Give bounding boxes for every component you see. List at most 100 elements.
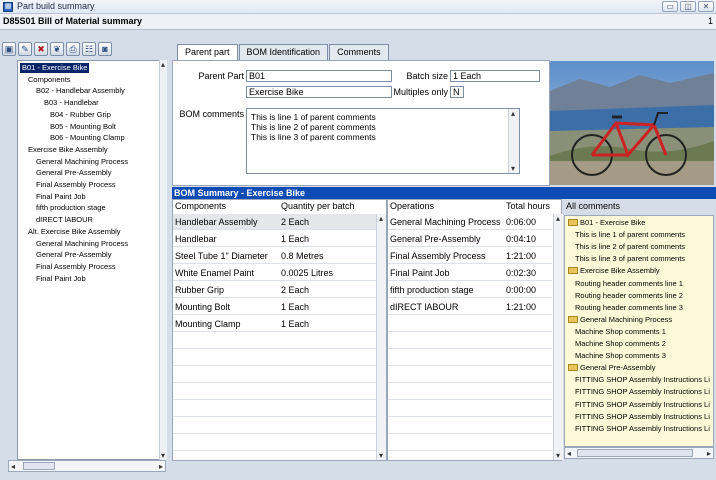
tree-node[interactable]: B06 - Mounting Clamp	[50, 133, 125, 143]
batch-size-field[interactable]: 1 Each	[450, 70, 540, 82]
scroll-left-icon[interactable]: ◂	[11, 462, 15, 471]
components-scrollbar[interactable]: ▴ ▾	[376, 214, 386, 460]
comment-line[interactable]: This is line 1 of parent comments	[575, 230, 685, 240]
comments-scrollbar[interactable]: ▴ ▾	[508, 109, 519, 173]
table-row[interactable]	[173, 333, 376, 349]
table-row[interactable]	[173, 367, 376, 383]
table-row[interactable]: White Enamel Paint 0.0025 Litres	[173, 265, 376, 281]
quantity-column-header[interactable]: Quantity per batch	[281, 200, 355, 213]
tree-node[interactable]: Final Paint Job	[36, 192, 86, 202]
comment-line[interactable]: FITTING SHOP Assembly Instructions Li	[575, 412, 710, 422]
tree-node[interactable]: Final Paint Job	[36, 274, 86, 284]
comment-group[interactable]: Exercise Bike Assembly	[568, 266, 660, 276]
scroll-up-icon[interactable]: ▴	[511, 109, 515, 118]
comment-line[interactable]: Routing header comments line 3	[575, 303, 683, 313]
multiples-only-field[interactable]: N	[450, 86, 464, 98]
table-row[interactable]	[173, 384, 376, 400]
tree-node[interactable]: B05 - Mounting Bolt	[50, 122, 116, 132]
table-row[interactable]	[173, 350, 376, 366]
comment-line[interactable]: FITTING SHOP Assembly Instructions Li	[575, 424, 710, 434]
components-column-header[interactable]: Components	[175, 200, 227, 213]
comment-line[interactable]: Machine Shop comments 1	[575, 327, 666, 337]
table-row[interactable]: Rubber Grip 2 Each	[173, 282, 376, 298]
table-row[interactable]	[388, 401, 552, 417]
comment-group[interactable]: General Machining Process	[568, 315, 672, 325]
table-row[interactable]	[388, 435, 552, 451]
operations-column-header[interactable]: Operations	[390, 200, 435, 213]
table-row[interactable]: Final Paint Job 0:02:30	[388, 265, 552, 281]
tree-node[interactable]: General Pre-Assembly	[36, 250, 111, 260]
all-comments-tree[interactable]: B01 - Exercise Bike This is line 1 of par…	[564, 215, 714, 447]
table-row[interactable]	[173, 435, 376, 451]
comment-line[interactable]: FITTING SHOP Assembly Instructions Li	[575, 375, 710, 385]
table-row[interactable]	[388, 367, 552, 383]
tree-vertical-scrollbar[interactable]: ▴ ▾	[159, 60, 167, 460]
table-row[interactable]	[388, 384, 552, 400]
scroll-right-icon[interactable]: ▸	[159, 462, 163, 471]
tree-horizontal-scrollbar[interactable]: ◂ ▸	[8, 460, 166, 472]
tab-parent-part[interactable]: Parent part	[177, 44, 238, 61]
comment-line[interactable]: This is line 3 of parent comments	[575, 254, 685, 264]
comment-group[interactable]: General Pre-Assembly	[568, 363, 655, 373]
tree-node[interactable]: General Machining Process	[36, 239, 128, 249]
comment-line[interactable]: Routing header comments line 1	[575, 279, 683, 289]
table-row[interactable]	[173, 401, 376, 417]
scroll-up-icon[interactable]: ▴	[379, 214, 383, 223]
tree-node[interactable]: B04 - Rubber Grip	[50, 110, 111, 120]
maximize-button[interactable]: ◫	[680, 1, 696, 12]
minimize-button[interactable]: ▭	[662, 1, 678, 12]
tree-node[interactable]: Exercise Bike Assembly	[28, 145, 108, 155]
bom-comments-textarea[interactable]: This is line 1 of parent comments This i…	[246, 108, 520, 174]
table-row[interactable]	[388, 418, 552, 434]
table-row[interactable]: Steel Tube 1" Diameter 0.8 Metres	[173, 248, 376, 264]
scroll-left-icon[interactable]: ◂	[567, 449, 571, 458]
scroll-up-icon[interactable]: ▴	[556, 214, 560, 223]
close-button[interactable]: ✕	[698, 1, 714, 12]
table-row[interactable]: General Machining Process 0:06:00	[388, 214, 552, 230]
structure-icon[interactable]: ☷	[82, 42, 96, 56]
parent-part-field[interactable]: B01	[246, 70, 392, 82]
tree-node[interactable]: Components	[28, 75, 71, 85]
tree-node[interactable]: B03 - Handlebar	[44, 98, 99, 108]
table-row[interactable]: Handlebar 1 Each	[173, 231, 376, 247]
table-row[interactable]	[388, 350, 552, 366]
bom-tree[interactable]: B01 - Exercise Bike Components B02 - Handl…	[17, 60, 166, 460]
tree-node[interactable]: General Machining Process	[36, 157, 128, 167]
table-row[interactable]: fifth production stage 0:00:00	[388, 282, 552, 298]
scroll-down-icon[interactable]: ▾	[511, 164, 515, 173]
delete-icon[interactable]: ✖	[34, 42, 48, 56]
comment-line[interactable]: FITTING SHOP Assembly Instructions Li	[575, 400, 710, 410]
comment-line[interactable]: Machine Shop comments 2	[575, 339, 666, 349]
scroll-down-icon[interactable]: ▾	[379, 451, 383, 460]
photo-icon[interactable]: ◙	[98, 42, 112, 56]
print-icon[interactable]: ⎙	[66, 42, 80, 56]
tree-node[interactable]: B01 - Exercise Bike	[20, 63, 90, 73]
scroll-down-icon[interactable]: ▾	[556, 451, 560, 460]
tree-node[interactable]: fifth production stage	[36, 203, 106, 213]
comment-group[interactable]: B01 - Exercise Bike	[568, 218, 645, 228]
tab-bom-identification[interactable]: BOM Identification	[238, 44, 329, 60]
operations-scrollbar[interactable]: ▴ ▾	[553, 214, 563, 460]
scroll-down-icon[interactable]: ▾	[161, 451, 165, 460]
scroll-up-icon[interactable]: ▴	[161, 60, 165, 69]
tab-comments[interactable]: Comments	[329, 44, 389, 60]
description-field[interactable]: Exercise Bike	[246, 86, 392, 98]
comment-line[interactable]: Routing header comments line 2	[575, 291, 683, 301]
scroll-right-icon[interactable]: ▸	[707, 449, 711, 458]
scroll-thumb[interactable]	[577, 449, 693, 457]
tree-icon[interactable]: ❦	[50, 42, 64, 56]
scroll-thumb[interactable]	[23, 462, 55, 470]
table-row[interactable]: Handlebar Assembly 2 Each	[173, 214, 376, 230]
tree-node[interactable]: dIRECT lABOUR	[36, 215, 93, 225]
tree-node[interactable]: Final Assembly Process	[36, 180, 116, 190]
table-row[interactable]	[388, 316, 552, 332]
table-row[interactable]: General Pre-Assembly 0:04:10	[388, 231, 552, 247]
table-row[interactable]: dIRECT lABOUR 1:21:00	[388, 299, 552, 315]
table-row[interactable]: Mounting Clamp 1 Each	[173, 316, 376, 332]
total-hours-column-header[interactable]: Total hours	[506, 200, 551, 213]
tree-node[interactable]: General Pre-Assembly	[36, 168, 111, 178]
tree-node[interactable]: Alt. Exercise Bike Assembly	[28, 227, 121, 237]
table-row[interactable]	[388, 333, 552, 349]
all-comments-horizontal-scrollbar[interactable]: ◂ ▸	[564, 447, 714, 459]
tree-node[interactable]: Final Assembly Process	[36, 262, 116, 272]
